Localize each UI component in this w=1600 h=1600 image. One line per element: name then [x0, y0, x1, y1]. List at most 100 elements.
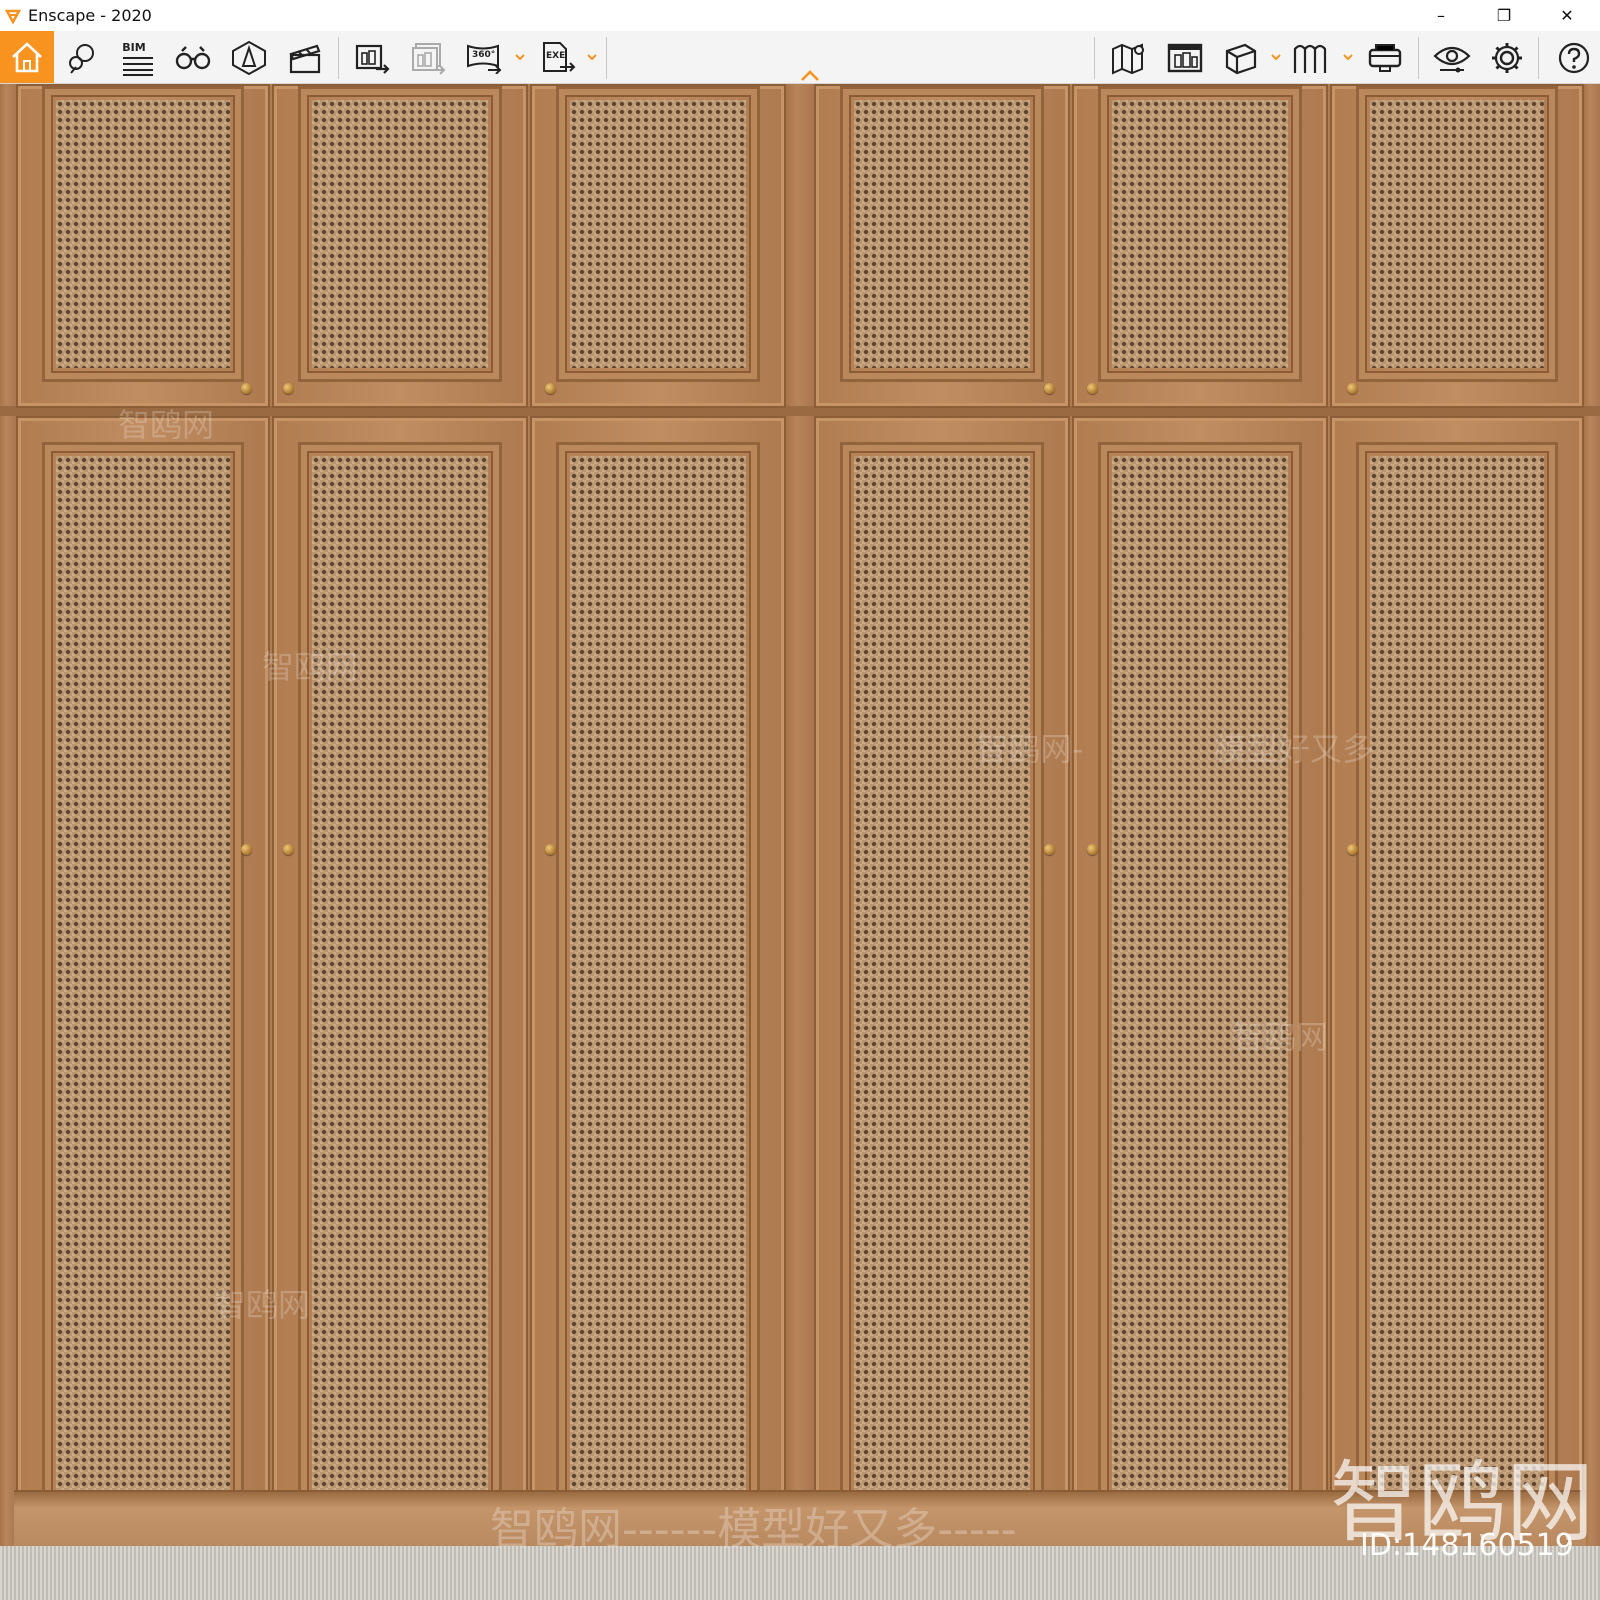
- cabinet-lower-door: [16, 416, 270, 1566]
- binoculars-icon: [175, 46, 211, 70]
- cabinet-right-frame: [1584, 84, 1600, 1546]
- toolbar-separator: [1538, 37, 1539, 79]
- door-knob: [545, 844, 556, 855]
- home-icon: [12, 42, 42, 73]
- home-button[interactable]: [0, 31, 54, 83]
- cabinet-lower-door: [1072, 416, 1328, 1566]
- panorama-icon: 360°: [466, 42, 504, 74]
- door-knob: [1347, 383, 1358, 394]
- toolbar-separator: [1094, 37, 1095, 79]
- restore-button[interactable]: ❐: [1481, 0, 1527, 30]
- help-button[interactable]: [1554, 40, 1594, 76]
- cabinet-upper-door: [272, 84, 528, 408]
- cabinet-lower-door: [272, 416, 528, 1566]
- toolbar-separator: [1418, 37, 1419, 79]
- cabinet-upper-door: [1330, 84, 1584, 408]
- toolbar-separator: [606, 37, 607, 79]
- door-knob: [1087, 383, 1098, 394]
- asset-library-button[interactable]: [228, 40, 270, 76]
- atlas-icon: [1293, 44, 1327, 73]
- toolbar-separator: [338, 37, 339, 79]
- panorama-label: 360°: [472, 50, 496, 60]
- rattan-panel: [1112, 100, 1288, 368]
- window-title: Enscape - 2020: [28, 6, 152, 25]
- rattan-panel: [312, 100, 488, 368]
- cabinet-lower-door: [530, 416, 786, 1566]
- visual-settings-button[interactable]: [1430, 40, 1474, 76]
- map-icon: [1112, 43, 1144, 75]
- exe-export-icon: EXE: [540, 41, 578, 75]
- settings-button[interactable]: [1486, 40, 1528, 76]
- rattan-panel: [1112, 456, 1288, 1526]
- exe-export-button[interactable]: EXE: [538, 40, 580, 76]
- rattan-panel: [1370, 456, 1544, 1526]
- render-settings-button[interactable]: [1164, 40, 1206, 76]
- cabinet-center-frame: [786, 84, 814, 1546]
- cabinet-upper-door: [16, 84, 270, 408]
- watermark-text: 模型好又多: [1214, 730, 1375, 768]
- walk-fly-mode-button[interactable]: [172, 40, 214, 76]
- cabinet-upper-door: [1072, 84, 1328, 408]
- bim-icon: [123, 56, 153, 76]
- cube-icon: [1225, 43, 1257, 75]
- map-button[interactable]: [1108, 40, 1150, 76]
- watermark-text: 智鸥网: [214, 1286, 311, 1324]
- cabinet-left-frame: [0, 84, 16, 1546]
- door-knob: [1347, 844, 1358, 855]
- video-editor-button[interactable]: [284, 40, 326, 76]
- cabinet-lower-door: [814, 416, 1070, 1566]
- vr-headset-icon: [1368, 44, 1402, 72]
- bim-label: BIM: [122, 40, 146, 54]
- rattan-panel: [56, 100, 230, 368]
- cabinet-upper-door: [814, 84, 1070, 408]
- material-editor-button[interactable]: [1220, 40, 1262, 76]
- door-knob: [1044, 383, 1055, 394]
- door-knob: [283, 383, 294, 394]
- watermark-text: 智鸥网: [1232, 1018, 1329, 1056]
- door-knob: [241, 844, 252, 855]
- door-knob: [241, 383, 252, 394]
- screenshot-icon: [355, 44, 390, 74]
- door-knob: [1044, 844, 1055, 855]
- exe-dropdown-chevron-icon[interactable]: [586, 51, 598, 63]
- help-icon: [1558, 42, 1590, 74]
- watermark-text: 智鸥网: [118, 406, 215, 444]
- watermark-text: 智鸥网------模型好又多-----: [490, 1504, 1017, 1555]
- screenshot-button[interactable]: [352, 40, 394, 76]
- render-window-icon: [1167, 43, 1203, 73]
- door-knob: [283, 844, 294, 855]
- rattan-panel: [854, 456, 1030, 1526]
- panorama-button[interactable]: 360°: [464, 40, 506, 76]
- title-bar: Enscape - 2020 – ❐ ✕: [0, 0, 1600, 31]
- enscape-logo-icon: [4, 7, 22, 25]
- rattan-panel: [312, 456, 488, 1526]
- bim-button[interactable]: BIM: [116, 40, 160, 76]
- minimize-button[interactable]: –: [1418, 0, 1464, 30]
- material-dropdown-chevron-icon[interactable]: [1270, 51, 1282, 63]
- collapse-toolbar-chevron-icon[interactable]: [800, 69, 820, 83]
- rattan-panel: [854, 100, 1030, 368]
- view-management-icon: [69, 44, 94, 74]
- rattan-panel: [570, 456, 746, 1526]
- render-viewport[interactable]: 智鸥网 智鸥网 智鸥网 智鸥网 智鸥网- 模型好又多: [0, 84, 1600, 1600]
- watermark-id-text: ID:148160519: [1360, 1528, 1574, 1563]
- vr-headset-button[interactable]: [1364, 40, 1406, 76]
- clapperboard-icon: [289, 44, 321, 74]
- door-knob: [545, 383, 556, 394]
- door-knob: [1087, 844, 1098, 855]
- cabinet-upper-door: [530, 84, 786, 408]
- batch-render-icon: [412, 43, 446, 75]
- gear-icon: [1492, 43, 1522, 73]
- batch-render-button[interactable]: [408, 40, 450, 76]
- rattan-panel: [570, 100, 746, 368]
- eye-icon: [1433, 46, 1471, 73]
- atlas-dropdown-chevron-icon[interactable]: [1342, 51, 1354, 63]
- cabinet-lower-door: [1330, 416, 1584, 1566]
- view-management-button[interactable]: [62, 40, 102, 76]
- panorama-dropdown-chevron-icon[interactable]: [514, 51, 526, 63]
- watermark-text: 智鸥网-: [976, 730, 1084, 768]
- atlas-button[interactable]: [1290, 40, 1332, 76]
- rattan-panel: [1370, 100, 1544, 368]
- watermark-text: 智鸥网: [262, 648, 359, 686]
- close-button[interactable]: ✕: [1544, 0, 1590, 30]
